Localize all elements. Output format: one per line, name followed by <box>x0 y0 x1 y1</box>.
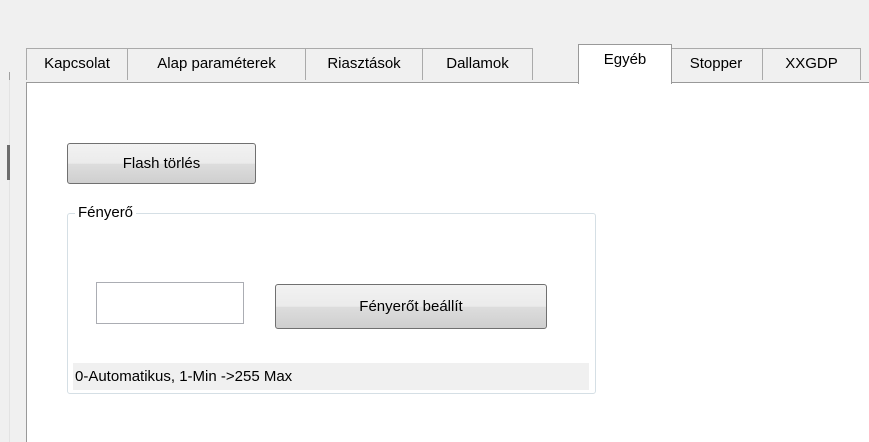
set-brightness-label: Fényerőt beállít <box>359 298 463 315</box>
tab-stopper[interactable]: Stopper <box>669 48 763 80</box>
brightness-hint: 0-Automatikus, 1-Min ->255 Max <box>73 363 589 390</box>
set-brightness-button[interactable]: Fényerőt beállít <box>275 284 547 329</box>
flash-clear-button[interactable]: Flash törlés <box>67 143 256 184</box>
splitter-handle[interactable] <box>7 145 10 180</box>
brightness-input[interactable] <box>96 282 244 324</box>
tab-egyeb-active[interactable]: Egyéb <box>578 44 672 84</box>
tab-label: Egyéb <box>603 51 647 68</box>
left-pane-edge <box>9 80 10 442</box>
tab-alap-parameterek[interactable]: Alap paraméterek <box>127 48 306 80</box>
tab-label: Riasztások <box>327 55 401 72</box>
tab-xxgdp[interactable]: XXGDP <box>762 48 861 80</box>
tab-kapcsolat[interactable]: Kapcsolat <box>26 48 128 80</box>
tab-dallamok[interactable]: Dallamok <box>422 48 533 80</box>
brightness-group-legend: Fényerő <box>75 204 137 222</box>
tab-label: Dallamok <box>446 55 509 72</box>
flash-clear-label: Flash törlés <box>122 155 201 172</box>
tab-label: Kapcsolat <box>44 55 110 72</box>
tab-label: XXGDP <box>785 55 838 72</box>
brightness-legend-text: Fényerő <box>78 204 134 221</box>
tab-riasztasok[interactable]: Riasztások <box>305 48 423 80</box>
tab-label: Alap paraméterek <box>157 55 276 72</box>
brightness-hint-text: 0-Automatikus, 1-Min ->255 Max <box>75 368 293 385</box>
tab-label: Stopper <box>689 55 743 72</box>
